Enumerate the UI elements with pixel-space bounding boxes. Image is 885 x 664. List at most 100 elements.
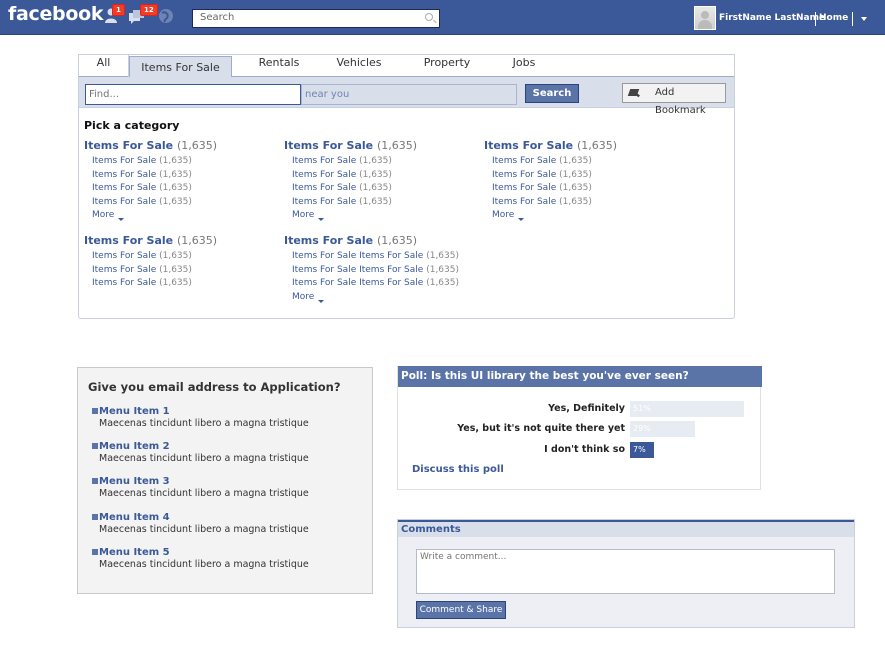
friend-requests-icon[interactable]: 1 bbox=[103, 4, 125, 25]
notifications-globe-icon[interactable] bbox=[157, 7, 175, 25]
category-item-link[interactable]: Items For Sale Items For Sale (1,635) bbox=[284, 250, 459, 264]
category-item-link[interactable]: Items For Sale (1,635) bbox=[84, 196, 217, 210]
top-search-input[interactable]: Search bbox=[192, 9, 440, 28]
category-item-link[interactable]: Items For Sale (1,635) bbox=[484, 196, 617, 210]
category-title-link[interactable]: Items For Sale (1,635) bbox=[284, 234, 459, 247]
menu-item-description: Maecenas tincidunt libero a magna tristi… bbox=[99, 488, 309, 499]
chevron-down-icon bbox=[118, 218, 125, 221]
search-icon[interactable] bbox=[425, 13, 433, 21]
more-link[interactable]: More bbox=[84, 209, 217, 222]
home-link[interactable]: Home bbox=[819, 13, 848, 23]
menu-item-description: Maecenas tincidunt libero a magna tristi… bbox=[99, 418, 309, 429]
category-title-link[interactable]: Items For Sale (1,635) bbox=[284, 139, 417, 152]
poll-option-label[interactable]: Yes, but it's not quite there yet bbox=[457, 423, 625, 434]
category-title-link[interactable]: Items For Sale (1,635) bbox=[84, 234, 217, 247]
category-item-link[interactable]: Items For Sale (1,635) bbox=[84, 277, 217, 291]
poll-panel: Poll: Is this UI library the best you've… bbox=[397, 366, 762, 490]
more-link[interactable]: More bbox=[284, 291, 459, 304]
tab-vehicles[interactable]: Vehicles bbox=[326, 55, 392, 77]
comments-panel: Comments Comment & Share bbox=[397, 519, 855, 628]
category-item-link[interactable]: Items For Sale (1,635) bbox=[284, 182, 417, 196]
tab-jobs[interactable]: Jobs bbox=[500, 55, 548, 77]
filter-bar: Search Add Bookmark bbox=[79, 77, 734, 116]
category-item-link[interactable]: Items For Sale (1,635) bbox=[484, 155, 617, 169]
menu-item-label[interactable]: Menu Item 4 bbox=[99, 512, 170, 523]
poll-result-bar: 29% bbox=[630, 421, 695, 437]
tab-items-for-sale[interactable]: Items For Sale bbox=[129, 56, 232, 79]
category-title-link[interactable]: Items For Sale (1,635) bbox=[84, 139, 217, 152]
category-group: Items For Sale (1,635) Items For Sale (1… bbox=[84, 139, 217, 222]
chevron-down-icon bbox=[318, 299, 325, 303]
add-bookmark-label: Add Bookmark bbox=[655, 87, 706, 116]
poll-result-bar: 51% bbox=[630, 401, 744, 417]
menu-item-label[interactable]: Menu Item 5 bbox=[99, 547, 170, 558]
category-item-link[interactable]: Items For Sale (1,635) bbox=[284, 169, 417, 183]
friend-requests-badge: 1 bbox=[112, 4, 125, 16]
poll-option[interactable]: I don't think so 7% bbox=[398, 442, 762, 458]
category-group: Items For Sale (1,635) Items For Sale (1… bbox=[84, 234, 217, 291]
marketplace-panel: All Items For Sale Rentals Vehicles Prop… bbox=[78, 54, 735, 319]
facebook-logo[interactable]: facebook bbox=[8, 3, 103, 25]
menu-item-description: Maecenas tincidunt libero a magna tristi… bbox=[99, 559, 309, 570]
poll-result-bar: 7% bbox=[630, 442, 654, 458]
tab-all[interactable]: All bbox=[79, 55, 129, 77]
poll-option-label[interactable]: I don't think so bbox=[544, 444, 625, 455]
profile-name-link[interactable]: FirstName LastName bbox=[719, 13, 825, 23]
menu-item-label[interactable]: Menu Item 1 bbox=[99, 406, 170, 417]
nav-divider bbox=[852, 12, 853, 26]
top-search-placeholder: Search bbox=[200, 12, 235, 23]
list-item[interactable]: Menu Item 1 Maecenas tincidunt libero a … bbox=[92, 406, 309, 429]
category-item-link[interactable]: Items For Sale Items For Sale (1,635) bbox=[284, 277, 459, 291]
menu-item-label[interactable]: Menu Item 3 bbox=[99, 476, 170, 487]
bullet-icon bbox=[92, 408, 98, 414]
category-item-link[interactable]: Items For Sale (1,635) bbox=[484, 182, 617, 196]
category-item-link[interactable]: Items For Sale (1,635) bbox=[284, 155, 417, 169]
comment-share-button[interactable]: Comment & Share bbox=[416, 601, 506, 619]
chevron-down-icon bbox=[318, 218, 325, 221]
menu-item-label[interactable]: Menu Item 2 bbox=[99, 441, 170, 452]
tab-property[interactable]: Property bbox=[414, 55, 480, 77]
menu-item-description: Maecenas tincidunt libero a magna tristi… bbox=[99, 524, 309, 535]
email-panel-title: Give you email address to Application? bbox=[88, 380, 341, 394]
bullet-icon bbox=[92, 478, 98, 484]
find-input[interactable] bbox=[85, 84, 301, 105]
comment-input[interactable] bbox=[416, 549, 835, 594]
list-item[interactable]: Menu Item 2 Maecenas tincidunt libero a … bbox=[92, 441, 309, 464]
comments-title: Comments bbox=[398, 520, 854, 537]
category-item-link[interactable]: Items For Sale (1,635) bbox=[84, 155, 217, 169]
account-menu-chevron-down-icon[interactable] bbox=[861, 17, 867, 21]
avatar[interactable] bbox=[694, 6, 716, 30]
category-group: Items For Sale (1,635) Items For Sale It… bbox=[284, 234, 459, 304]
pick-category-heading: Pick a category bbox=[84, 119, 180, 132]
list-item[interactable]: Menu Item 5 Maecenas tincidunt libero a … bbox=[92, 547, 309, 570]
location-input[interactable] bbox=[301, 84, 517, 105]
category-item-link[interactable]: Items For Sale (1,635) bbox=[84, 169, 217, 183]
bookmark-icon bbox=[627, 89, 640, 96]
category-item-link[interactable]: Items For Sale (1,635) bbox=[284, 196, 417, 210]
search-button[interactable]: Search bbox=[525, 84, 579, 103]
category-group: Items For Sale (1,635) Items For Sale (1… bbox=[284, 139, 417, 222]
discuss-poll-link[interactable]: Discuss this poll bbox=[412, 464, 504, 475]
top-bar: facebook 1 12 Search FirstName LastName … bbox=[0, 0, 885, 35]
category-item-link[interactable]: Items For Sale (1,635) bbox=[84, 182, 217, 196]
category-title-link[interactable]: Items For Sale (1,635) bbox=[484, 139, 617, 152]
more-link[interactable]: More bbox=[484, 209, 617, 222]
add-bookmark-button[interactable]: Add Bookmark bbox=[622, 83, 726, 116]
tab-rentals[interactable]: Rentals bbox=[247, 55, 311, 77]
messages-badge: 12 bbox=[140, 4, 158, 16]
poll-option[interactable]: Yes, but it's not quite there yet 29% bbox=[398, 421, 762, 437]
poll-option[interactable]: Yes, Definitely 51% bbox=[398, 401, 762, 417]
category-item-link[interactable]: Items For Sale Items For Sale (1,635) bbox=[284, 264, 459, 278]
more-link[interactable]: More bbox=[284, 209, 417, 222]
nav-divider bbox=[815, 12, 816, 26]
bullet-icon bbox=[92, 443, 98, 449]
category-item-link[interactable]: Items For Sale (1,635) bbox=[484, 169, 617, 183]
bullet-icon bbox=[92, 514, 98, 520]
messages-icon[interactable]: 12 bbox=[128, 4, 158, 25]
list-item[interactable]: Menu Item 3 Maecenas tincidunt libero a … bbox=[92, 476, 309, 499]
category-item-link[interactable]: Items For Sale (1,635) bbox=[84, 264, 217, 278]
poll-option-label[interactable]: Yes, Definitely bbox=[548, 403, 625, 414]
category-item-link[interactable]: Items For Sale (1,635) bbox=[84, 250, 217, 264]
poll-title: Poll: Is this UI library the best you've… bbox=[398, 366, 762, 387]
list-item[interactable]: Menu Item 4 Maecenas tincidunt libero a … bbox=[92, 512, 309, 535]
